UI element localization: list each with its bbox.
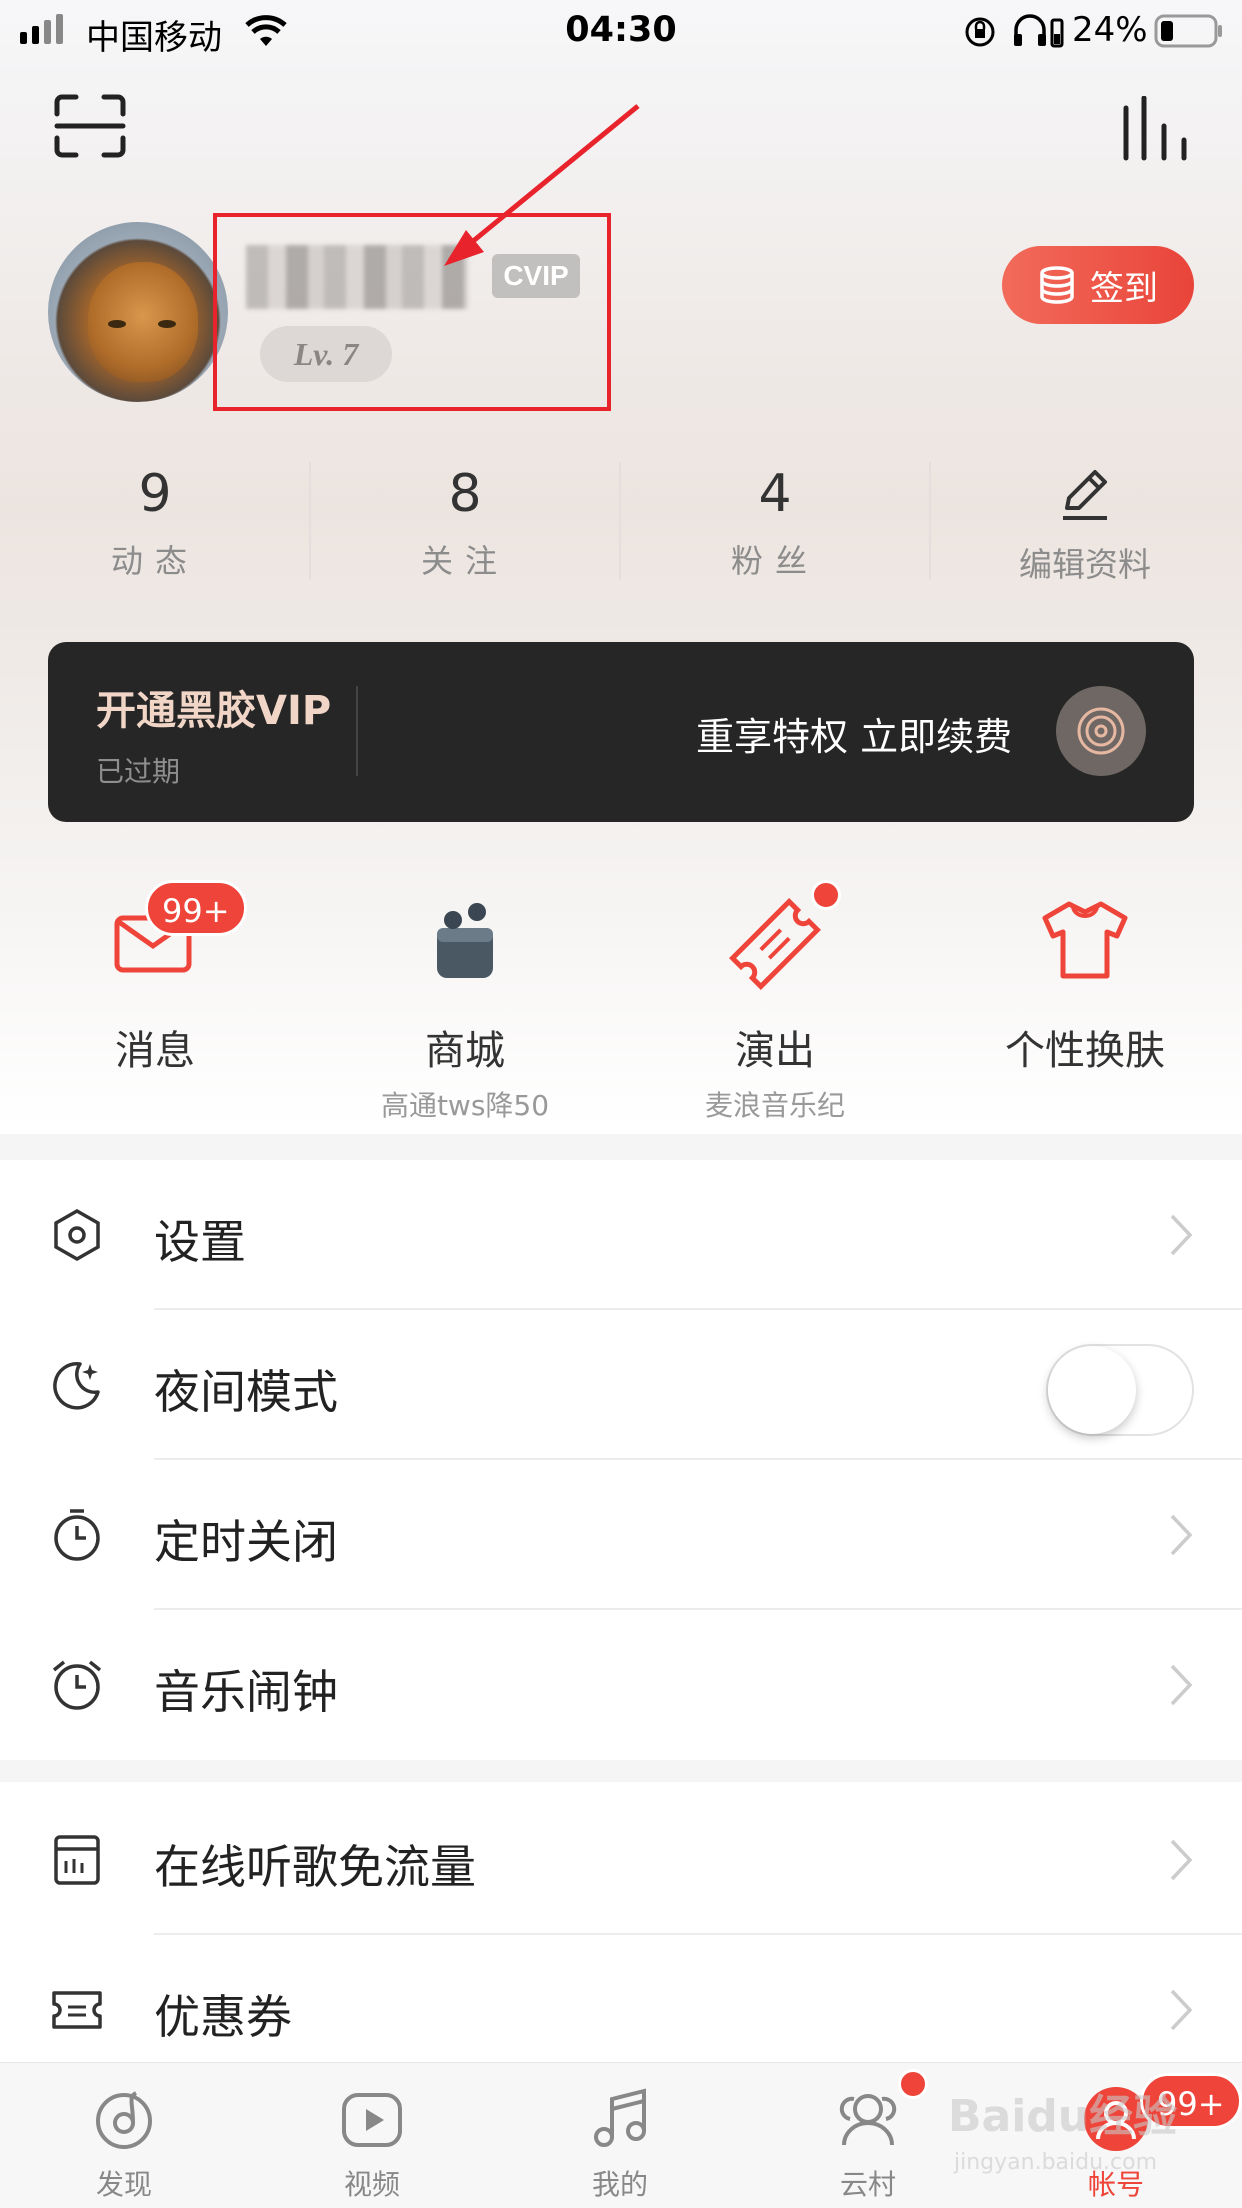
watermark-url: jingyan.baidu.com [954, 2150, 1158, 2175]
menu-row-settings[interactable]: 设置 [0, 1160, 1242, 1310]
vip-status: 已过期 [96, 755, 181, 788]
section-separator [0, 1134, 1242, 1160]
menu-row-sleep-timer[interactable]: 定时关闭 [0, 1460, 1242, 1610]
night-mode-toggle[interactable] [1046, 1344, 1194, 1436]
tab-discover[interactable]: 发现 [0, 2063, 248, 2208]
stat-label: 粉丝 [730, 542, 819, 580]
menu-row-night-mode[interactable]: 夜间模式 [0, 1310, 1242, 1460]
chevron-right-icon [1170, 1664, 1193, 1706]
menu-label: 设置 [154, 1215, 246, 1269]
quick-entry-shows[interactable]: 演出 麦浪音乐纪 [620, 880, 930, 1124]
stat-followers[interactable]: 4 粉丝 [620, 462, 930, 582]
signin-label: 签到 [1090, 268, 1158, 309]
menu-label: 在线听歌免流量 [154, 1840, 476, 1894]
play-chart-icon[interactable] [1120, 96, 1190, 162]
hexagon-settings-icon [54, 1208, 100, 1262]
menu-label: 定时关闭 [154, 1515, 338, 1569]
tshirt-icon [1042, 901, 1128, 979]
message-count-badge: 99+ [145, 880, 247, 936]
battery-percentage: 24% [1072, 10, 1148, 50]
rotation-lock-icon [965, 17, 995, 47]
chevron-right-icon [1170, 1989, 1193, 2031]
notification-dot [898, 2069, 928, 2099]
signin-button[interactable]: 签到 [1002, 246, 1194, 324]
sim-card-icon [54, 1835, 100, 1885]
discover-icon [96, 2091, 152, 2149]
quick-entry-label: 消息 [115, 1028, 195, 1074]
pencil-icon [1063, 470, 1107, 520]
stat-label: 动态 [110, 542, 199, 580]
stat-following[interactable]: 8 关注 [310, 462, 620, 582]
chevron-right-icon [1170, 1214, 1193, 1256]
timer-icon [54, 1509, 100, 1561]
stat-posts[interactable]: 9 动态 [0, 462, 310, 582]
headphones-battery-icon [1014, 14, 1064, 48]
quick-entry-subtitle: 高通tws降50 [380, 1089, 550, 1122]
menu-row-coupons[interactable]: 优惠券 [0, 1935, 1242, 2065]
stat-value: 8 [448, 464, 482, 524]
tab-mine[interactable]: 我的 [496, 2063, 744, 2208]
tab-video[interactable]: 视频 [248, 2063, 496, 2208]
coupon-icon [52, 1991, 102, 2029]
quick-entry-label: 个性换肤 [1005, 1028, 1165, 1074]
music-note-icon [594, 2088, 646, 2147]
quick-entry-label: 演出 [735, 1028, 815, 1074]
menu-label: 优惠券 [154, 1990, 292, 2044]
stat-value: 4 [758, 464, 792, 524]
avatar[interactable] [48, 222, 228, 402]
alarm-clock-icon [52, 1660, 102, 1710]
menu-row-music-alarm[interactable]: 音乐闹钟 [0, 1610, 1242, 1760]
battery-icon [1154, 14, 1222, 48]
vip-renew-cta[interactable]: 重享特权 立即续费 [696, 706, 1012, 761]
stat-value: 9 [138, 464, 172, 524]
menu-label: 夜间模式 [154, 1365, 338, 1419]
vinyl-disc-icon[interactable] [1056, 686, 1146, 776]
vip-title: 开通黑胶VIP [96, 688, 332, 734]
section-separator [0, 1760, 1242, 1782]
quick-entry-skins[interactable]: 个性换肤 [930, 880, 1240, 1076]
tab-label: 视频 [343, 2168, 400, 2201]
moon-icon [53, 1362, 100, 1410]
menu-label: 音乐闹钟 [154, 1665, 338, 1719]
status-bar: 中国移动 04:30 24% [0, 0, 1242, 62]
edit-profile-label: 编辑资料 [1019, 545, 1151, 584]
video-icon [342, 2093, 402, 2147]
edit-profile-button[interactable]: 编辑资料 [930, 462, 1240, 586]
community-icon [839, 2094, 897, 2146]
notification-dot [811, 880, 841, 910]
quick-entry-messages[interactable]: 99+ 消息 [0, 880, 310, 1076]
chevron-right-icon [1170, 1514, 1193, 1556]
quick-entry-label: 商城 [425, 1028, 505, 1074]
menu-row-free-data[interactable]: 在线听歌免流量 [0, 1785, 1242, 1935]
quick-entry-shop[interactable]: 商城 高通tws降50 [310, 880, 620, 1124]
tab-label: 发现 [95, 2168, 152, 2201]
annotation-arrow [444, 104, 640, 266]
stat-label: 关注 [420, 542, 509, 580]
coins-icon [1040, 266, 1074, 304]
chevron-right-icon [1170, 1839, 1193, 1881]
divider [356, 686, 358, 776]
quick-entry-subtitle: 麦浪音乐纪 [704, 1089, 845, 1122]
scan-icon[interactable] [54, 94, 126, 158]
watermark-logo: Baidu经验 [948, 2091, 1178, 2142]
tab-label: 我的 [591, 2168, 648, 2201]
earbuds-icon [437, 903, 493, 978]
